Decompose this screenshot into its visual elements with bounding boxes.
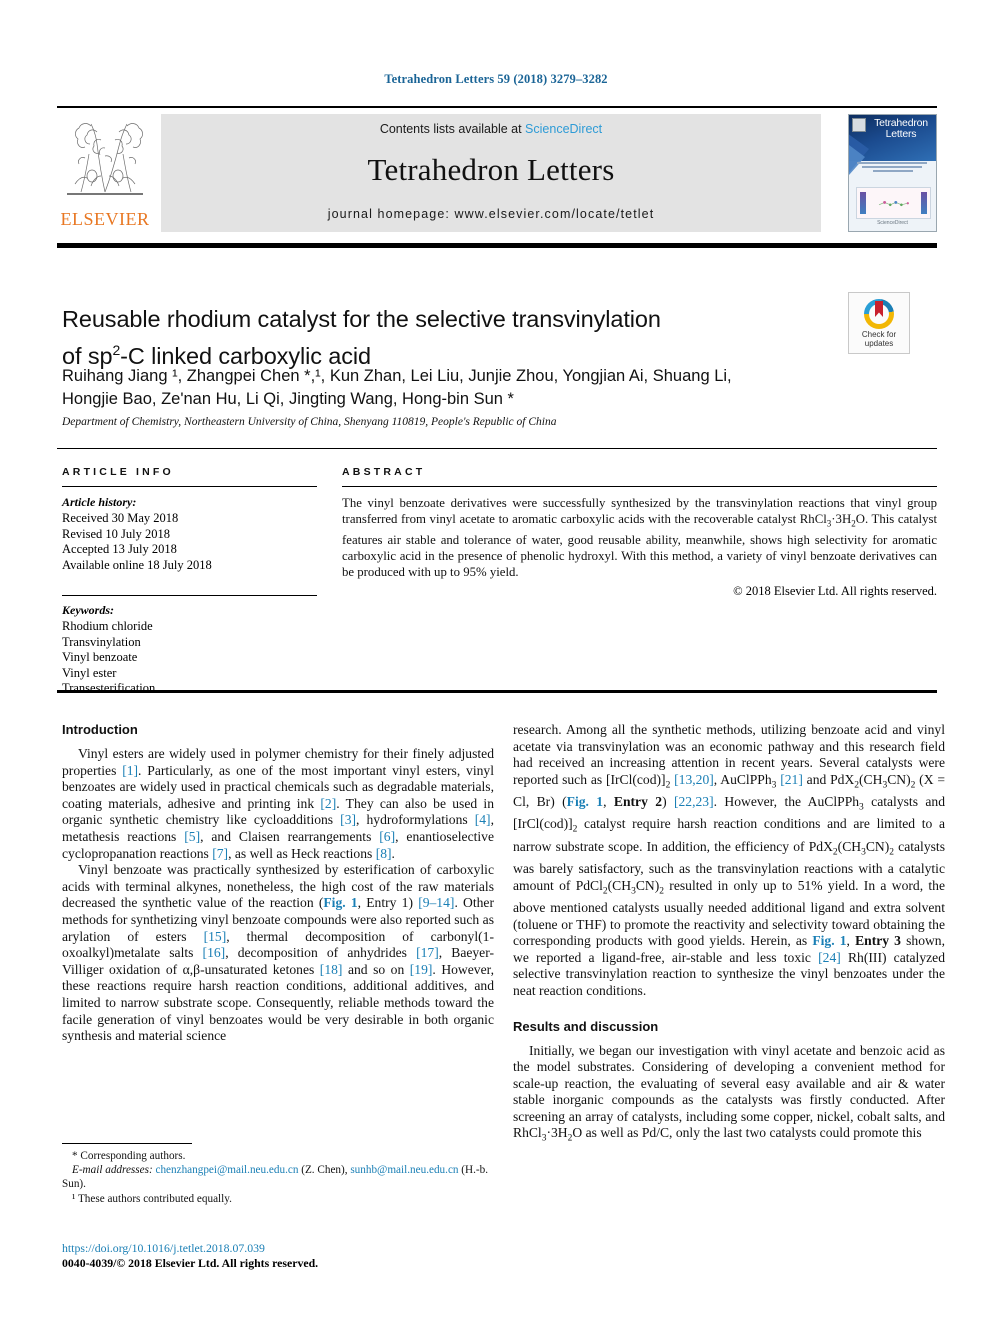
paragraph-intro-1: Vinyl esters are widely used in polymer … (62, 746, 494, 861)
article-history-label: Article history: (62, 495, 137, 509)
keyword-item: Vinyl ester (62, 665, 117, 680)
page-title: Reusable rhodium catalyst for the select… (62, 304, 822, 372)
issn-copyright-line: 0040-4039/© 2018 Elsevier Ltd. All right… (62, 1256, 319, 1270)
title-superscript: 2 (112, 341, 121, 358)
article-info-heading: ARTICLE INFO (62, 466, 174, 478)
keyword-item: Transvinylation (62, 634, 141, 649)
abstract-column: ABSTRACT The vinyl benzoate derivatives … (342, 466, 937, 599)
abstract-copyright: © 2018 Elsevier Ltd. All rights reserved… (733, 583, 937, 598)
keyword-item: Vinyl benzoate (62, 650, 138, 664)
footnote-block: * Corresponding authors. E-mail addresse… (62, 1143, 494, 1206)
footnote-emails: E-mail addresses: chenzhangpei@mail.neu.… (62, 1163, 494, 1191)
journal-homepage[interactable]: journal homepage: www.elsevier.com/locat… (161, 207, 821, 221)
elsevier-tree-icon (61, 114, 149, 202)
paragraph-results-1: Initially, we began our investigation wi… (513, 1042, 945, 1145)
masthead-top-rule (57, 106, 937, 108)
history-received: Received 30 May 2018 (62, 511, 179, 525)
footnote-equal-contribution: ¹ These authors contributed equally. (72, 1192, 232, 1205)
title-line-1: Reusable rhodium catalyst for the select… (62, 305, 661, 332)
body-column-left: Introduction Vinyl esters are widely use… (62, 722, 494, 1045)
elsevier-logo: ELSEVIER (57, 114, 153, 232)
journal-title: Tetrahedron Letters (367, 152, 615, 187)
email-link-1[interactable]: chenzhangpei@mail.neu.edu.cn (155, 1164, 298, 1176)
author-line-2: Hongjie Bao, Ze'nan Hu, Li Qi, Jingting … (62, 390, 514, 408)
cover-title-text: Tetrahedron Letters (874, 117, 928, 140)
section-heading-results: Results and discussion (513, 1018, 659, 1034)
keywords-rule (62, 595, 317, 596)
abstract-rule (342, 486, 937, 487)
journal-band: Contents lists available at ScienceDirec… (161, 114, 821, 232)
body-column-right: research. Among all the synthetic method… (513, 722, 945, 1148)
cover-figure (856, 187, 931, 219)
doi-link[interactable]: https://doi.org/10.1016/j.tetlet.2018.07… (62, 1241, 494, 1256)
abstract-text: The vinyl benzoate derivatives were succ… (342, 496, 937, 580)
article-info-column: ARTICLE INFO Article history: Received 3… (62, 466, 317, 697)
crossmark-label: Check for updates (849, 330, 909, 348)
running-head: Tetrahedron Letters 59 (2018) 3279–3282 (384, 72, 608, 86)
paragraph-intro-2: Vinyl benzoate was practically synthesiz… (62, 862, 494, 1044)
email-label: E-mail addresses: (72, 1164, 153, 1177)
crossmark-badge[interactable]: Check for updates (848, 292, 910, 354)
footnote-corresponding: * Corresponding authors. (72, 1150, 186, 1162)
cover-logo-badge (852, 118, 866, 132)
contents-line: Contents lists available at ScienceDirec… (161, 122, 821, 136)
history-available: Available online 18 July 2018 (62, 557, 212, 572)
paragraph-intro-2-continued: research. Among all the synthetic method… (513, 722, 946, 998)
history-revised: Revised 10 July 2018 (62, 526, 170, 541)
journal-masthead: ELSEVIER Contents lists available at Sci… (57, 106, 937, 234)
email-owner-1: (Z. Chen), (301, 1164, 348, 1177)
sciencedirect-link[interactable]: ScienceDirect (525, 122, 602, 136)
affiliation: Department of Chemistry, Northeastern Un… (62, 416, 557, 428)
crossmark-ring-icon (864, 299, 894, 329)
contents-prefix: Contents lists available at (379, 122, 526, 136)
history-accepted: Accepted 13 July 2018 (62, 542, 177, 556)
paper-page: Tetrahedron Letters 59 (2018) 3279–3282 (0, 0, 992, 1323)
email-link-2[interactable]: sunhb@mail.neu.edu.cn (350, 1164, 458, 1176)
info-section-divider (57, 448, 937, 449)
abstract-heading: ABSTRACT (342, 466, 426, 478)
footnote-rule (62, 1143, 192, 1144)
footer-block: https://doi.org/10.1016/j.tetlet.2018.07… (62, 1241, 494, 1271)
author-list: Ruihang Jiang ¹, Zhangpei Chen *,¹, Kun … (62, 365, 902, 411)
crossmark-label-line2: updates (864, 339, 894, 348)
elsevier-wordmark: ELSEVIER (60, 209, 150, 229)
cover-subtitle-lines (857, 162, 931, 184)
keywords-label: Keywords: (62, 603, 114, 617)
body-divider (57, 690, 937, 693)
title-divider (57, 243, 937, 248)
keyword-item: Transesterification (62, 681, 156, 695)
cover-footer-text: ScienceDirect (877, 220, 908, 226)
section-heading-introduction: Introduction (62, 722, 138, 737)
crossmark-label-line1: Check for (861, 330, 897, 339)
author-line-1: Ruihang Jiang ¹, Zhangpei Chen *,¹, Kun … (62, 367, 732, 385)
journal-cover-thumbnail[interactable]: Tetrahedron Letters ScienceDirect (848, 114, 937, 232)
keyword-item: Rhodium chloride (62, 619, 153, 633)
article-info-rule (62, 486, 317, 487)
